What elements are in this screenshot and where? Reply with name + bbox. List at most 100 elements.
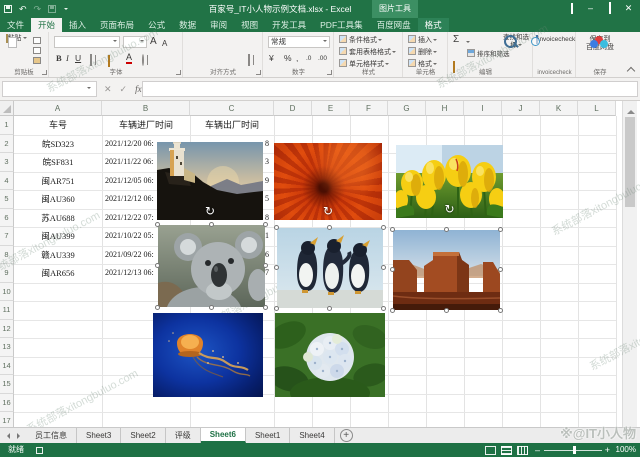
cell-c4-time-out[interactable]: 9 <box>265 172 274 191</box>
vertical-scrollbar[interactable] <box>622 101 637 427</box>
selection-handle[interactable] <box>263 222 268 227</box>
qat-customize-icon[interactable] <box>64 8 68 12</box>
sheet-tab-Sheet6[interactable]: Sheet6 <box>201 428 246 443</box>
sheet-tab-Sheet3[interactable]: Sheet3 <box>77 428 121 443</box>
row-header-2[interactable]: 2 <box>0 135 14 154</box>
tab-插入[interactable]: 插入 <box>62 18 93 32</box>
selection-handle[interactable] <box>274 265 279 270</box>
bold-button[interactable]: B <box>56 52 62 64</box>
row-header-4[interactable]: 4 <box>0 172 14 191</box>
castle-photo[interactable]: ↻ <box>157 142 263 220</box>
selection-handle[interactable] <box>155 305 160 310</box>
sheet-tab-评级[interactable]: 评级 <box>166 428 201 443</box>
koala-photo[interactable] <box>158 225 265 307</box>
phonetic-guide-icon[interactable] <box>142 54 144 66</box>
macro-record-icon[interactable] <box>36 447 43 454</box>
selection-handle[interactable] <box>381 225 386 230</box>
name-box[interactable] <box>2 81 97 97</box>
selection-handle[interactable] <box>209 305 214 310</box>
row-header-12[interactable]: 12 <box>0 320 14 339</box>
red-flower-photo[interactable]: ↻ <box>274 143 382 220</box>
tab-视图[interactable]: 视图 <box>234 18 265 32</box>
page-layout-view-icon[interactable] <box>501 446 512 455</box>
underline-button[interactable]: U <box>75 52 81 64</box>
tab-开始[interactable]: 开始 <box>31 18 62 32</box>
selection-handle[interactable] <box>327 306 332 311</box>
italic-button[interactable]: I <box>66 52 69 64</box>
column-header-D[interactable]: D <box>274 101 312 116</box>
column-header-L[interactable]: L <box>578 101 616 116</box>
cell-a3-car-no[interactable]: 皖SF831 <box>14 153 102 172</box>
number-format-combo[interactable]: 常规 <box>268 36 330 48</box>
penguins-photo[interactable] <box>277 228 383 308</box>
number-dialog-launcher-icon[interactable] <box>327 70 332 75</box>
autosum-icon[interactable]: Σ <box>453 35 459 45</box>
sheet-nav-left-icon[interactable] <box>0 428 13 443</box>
zoom-out-icon[interactable]: – <box>535 443 540 457</box>
zoom-in-icon[interactable]: + <box>605 443 610 457</box>
percent-icon[interactable]: % <box>284 52 292 64</box>
row-header-13[interactable]: 13 <box>0 338 14 357</box>
font-dialog-launcher-icon[interactable] <box>176 70 181 75</box>
selection-handle[interactable] <box>498 308 503 313</box>
insert-function-icon[interactable]: fx <box>135 84 142 94</box>
select-all-corner[interactable] <box>0 101 14 116</box>
delete-cells-button[interactable]: 删除 <box>408 47 444 58</box>
redo-icon[interactable]: ↷ <box>34 2 42 16</box>
font-color-icon[interactable]: A <box>126 53 132 64</box>
column-header-G[interactable]: G <box>388 101 426 116</box>
cell-a1-header[interactable]: 车号 <box>14 116 102 135</box>
row-header-3[interactable]: 3 <box>0 153 14 172</box>
row-header-17[interactable]: 17 <box>0 412 14 427</box>
cell-b9-time-in[interactable]: 2021/12/13 06: <box>105 264 158 283</box>
cell-b1-header[interactable]: 车辆进厂时间 <box>102 116 190 135</box>
selection-handle[interactable] <box>381 265 386 270</box>
tab-数据[interactable]: 数据 <box>172 18 203 32</box>
touch-mode-icon[interactable] <box>48 5 56 13</box>
cut-icon[interactable] <box>33 37 41 44</box>
tab-公式[interactable]: 公式 <box>141 18 172 32</box>
cell-a8-car-no[interactable]: 赣AU339 <box>14 246 102 265</box>
selection-handle[interactable] <box>274 306 279 311</box>
selection-handle[interactable] <box>381 306 386 311</box>
column-header-J[interactable]: J <box>502 101 540 116</box>
row-header-5[interactable]: 5 <box>0 190 14 209</box>
alignment-dialog-launcher-icon[interactable] <box>256 70 261 75</box>
column-header-C[interactable]: C <box>190 101 274 116</box>
selection-handle[interactable] <box>444 308 449 313</box>
cell-b6-time-in[interactable]: 2021/12/22 07: <box>105 209 158 228</box>
format-painter-icon[interactable] <box>33 57 41 64</box>
selection-handle[interactable] <box>498 227 503 232</box>
row-header-6[interactable]: 6 <box>0 209 14 228</box>
cell-b3-time-in[interactable]: 2021/11/22 06: <box>105 153 158 172</box>
invoicecheck-button[interactable]: invoicecheck <box>536 36 574 44</box>
worksheet-grid[interactable]: ABCDEFGHIJKL1234567891011121314151617车号车… <box>0 101 640 427</box>
selection-handle[interactable] <box>274 225 279 230</box>
cell-c2-time-out[interactable]: 8 <box>265 135 274 154</box>
column-header-E[interactable]: E <box>312 101 350 116</box>
selection-handle[interactable] <box>390 308 395 313</box>
cell-c1-header[interactable]: 车辆出厂时间 <box>190 116 274 135</box>
cell-c8-time-out[interactable]: 6 <box>265 246 274 265</box>
tab-开发工具[interactable]: 开发工具 <box>265 18 313 32</box>
selection-handle[interactable] <box>155 222 160 227</box>
font-size-combo[interactable] <box>123 36 147 48</box>
copy-icon[interactable] <box>33 47 41 54</box>
tab-文件[interactable]: 文件 <box>0 18 31 32</box>
cell-a6-car-no[interactable]: 苏AU688 <box>14 209 102 228</box>
shrink-font-icon[interactable]: A <box>162 38 167 50</box>
column-header-A[interactable]: A <box>14 101 102 116</box>
rotate-icon[interactable]: ↻ <box>205 205 215 217</box>
column-header-I[interactable]: I <box>464 101 502 116</box>
save-icon[interactable] <box>4 5 12 13</box>
zoom-slider-thumb[interactable] <box>573 446 576 454</box>
comma-icon[interactable]: , <box>296 52 298 64</box>
format-as-table-button[interactable]: 套用表格格式 <box>339 47 399 58</box>
maximize-icon[interactable] <box>600 0 619 18</box>
borders-icon[interactable] <box>90 54 92 66</box>
insert-cells-button[interactable]: 插入 <box>408 35 444 46</box>
column-header-B[interactable]: B <box>102 101 190 116</box>
row-header-14[interactable]: 14 <box>0 357 14 376</box>
tab-PDF工具集[interactable]: PDF工具集 <box>313 18 370 32</box>
scroll-up-icon[interactable] <box>627 106 635 114</box>
